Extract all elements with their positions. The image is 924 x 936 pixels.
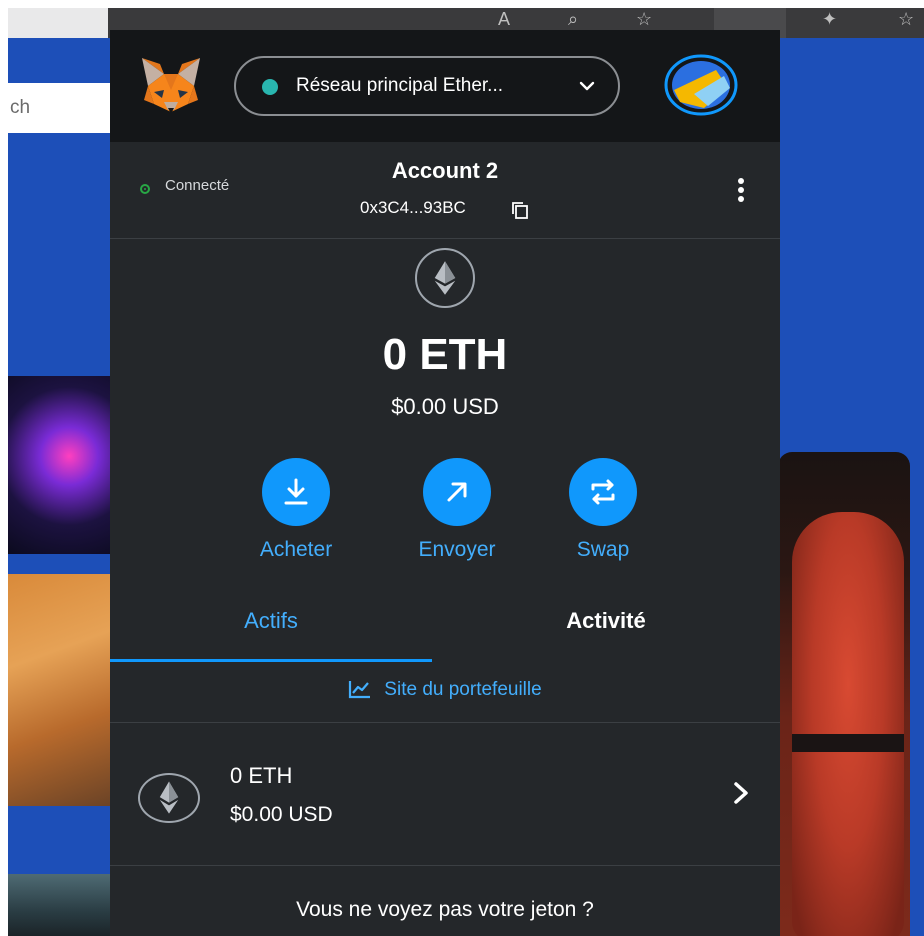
swap-button[interactable]: Swap bbox=[538, 458, 668, 562]
tab-activity[interactable]: Activité bbox=[432, 590, 780, 660]
send-label[interactable]: Envoyer bbox=[392, 538, 522, 562]
swap-label[interactable]: Swap bbox=[538, 538, 668, 562]
network-selector[interactable]: Réseau principal Ether... bbox=[234, 56, 620, 116]
buy-label[interactable]: Acheter bbox=[231, 538, 361, 562]
send-arrow-icon bbox=[447, 482, 467, 502]
network-status-dot bbox=[262, 79, 278, 95]
asset-tabs: Actifs Activité bbox=[110, 590, 780, 662]
red-suit-figure bbox=[792, 512, 904, 936]
nft-artwork-3[interactable] bbox=[8, 874, 110, 936]
nft-artwork-1[interactable] bbox=[8, 376, 110, 554]
asset-fiat: $0.00 USD bbox=[230, 803, 333, 826]
buy-button[interactable]: Acheter bbox=[231, 458, 361, 562]
account-options-icon[interactable] bbox=[736, 178, 746, 206]
swap-circle[interactable] bbox=[569, 458, 637, 526]
ethereum-icon bbox=[138, 773, 200, 823]
metamask-fox-icon[interactable] bbox=[138, 56, 204, 116]
page-search-input[interactable]: ch bbox=[8, 83, 110, 133]
missing-token-prompt: Vous ne voyez pas votre jeton ? bbox=[296, 898, 594, 921]
nft-artwork-4[interactable] bbox=[778, 452, 910, 936]
account-address[interactable]: 0x3C4...93BC bbox=[360, 198, 466, 218]
send-button[interactable]: Envoyer bbox=[392, 458, 522, 562]
tab-assets[interactable]: Actifs bbox=[110, 590, 432, 660]
balance-fiat: $0.00 USD bbox=[391, 394, 499, 419]
network-label: Réseau principal Ether... bbox=[296, 75, 504, 96]
swap-icon bbox=[591, 479, 615, 505]
connected-status-icon bbox=[140, 184, 150, 194]
copy-icon[interactable] bbox=[510, 200, 530, 220]
chart-line-icon bbox=[349, 681, 371, 699]
nft-artwork-2[interactable] bbox=[8, 574, 110, 806]
account-avatar[interactable] bbox=[664, 54, 738, 116]
download-icon bbox=[284, 478, 308, 505]
ethereum-icon bbox=[415, 248, 475, 308]
popup-header: Réseau principal Ether... bbox=[110, 30, 780, 142]
extensions-icon[interactable]: ✦ bbox=[822, 8, 837, 36]
portfolio-site-label[interactable]: Site du portefeuille bbox=[384, 679, 541, 700]
asset-amount: 0 ETH bbox=[230, 763, 293, 788]
chevron-right-icon[interactable] bbox=[730, 779, 752, 807]
portfolio-site-link[interactable]: Site du portefeuille bbox=[110, 662, 780, 723]
suit-belt bbox=[792, 734, 904, 752]
metamask-popup: Réseau principal Ether... Connecté Accou… bbox=[110, 30, 780, 936]
balance-amount: 0 ETH bbox=[382, 330, 508, 379]
account-name: Account 2 bbox=[391, 158, 499, 183]
account-bar: Connecté Account 2 0x3C4...93BC bbox=[110, 142, 780, 239]
favorites-bar-icon[interactable]: ☆ bbox=[898, 8, 914, 36]
asset-row-eth[interactable]: 0 ETH $0.00 USD bbox=[110, 723, 780, 866]
chevron-down-icon bbox=[579, 81, 595, 91]
buy-circle[interactable] bbox=[262, 458, 330, 526]
send-circle[interactable] bbox=[423, 458, 491, 526]
